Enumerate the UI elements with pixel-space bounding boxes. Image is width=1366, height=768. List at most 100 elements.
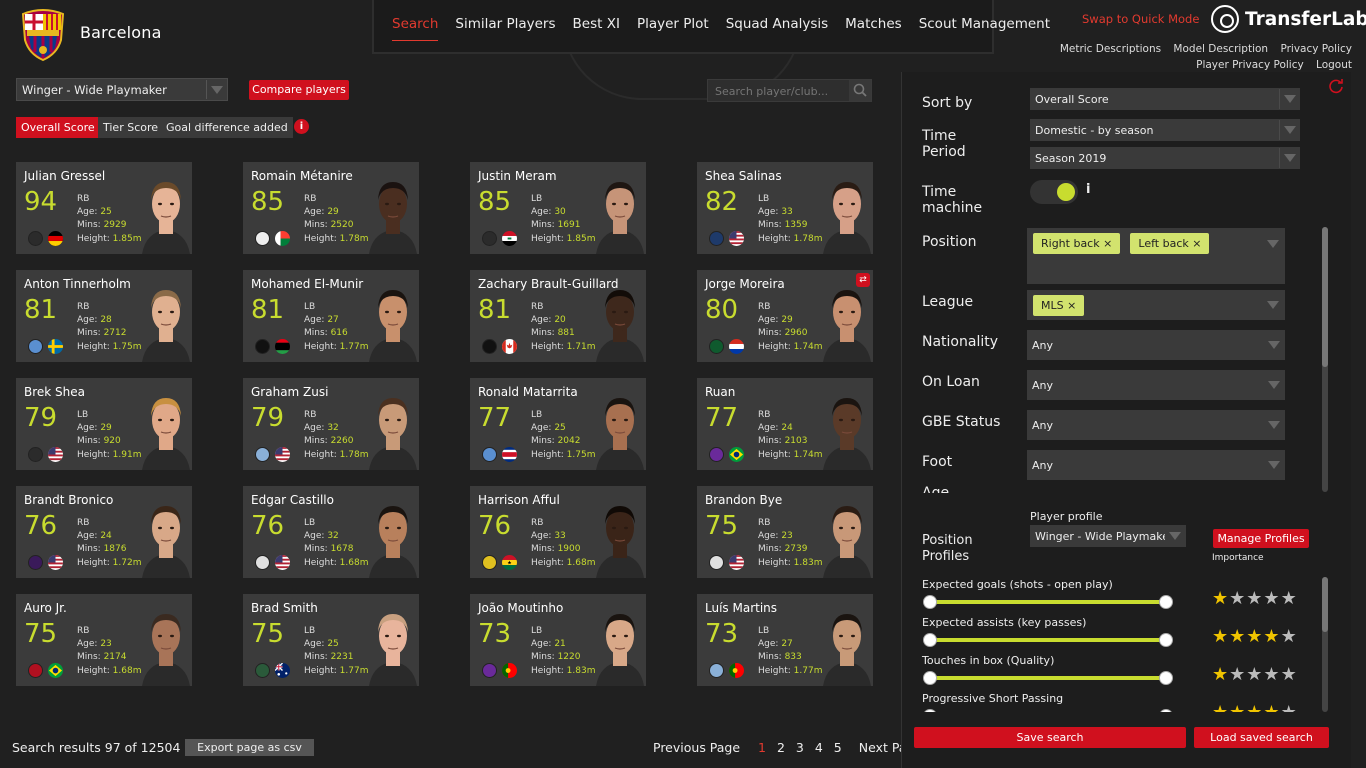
player-name[interactable]: Julian Gressel (24, 169, 105, 183)
importance-stars[interactable]: ★★★★★ (1212, 702, 1298, 713)
player-privacy-policy-link[interactable]: Player Privacy Policy (1196, 59, 1304, 71)
player-card[interactable]: Auro Jr. 75 RB Age: 23 Mins: 2174 Height… (16, 594, 192, 686)
player-name[interactable]: Brandt Bronico (24, 493, 113, 507)
player-name[interactable]: João Moutinho (478, 601, 563, 615)
star-icon[interactable]: ★ (1263, 626, 1280, 647)
metric-range-slider[interactable] (923, 633, 1173, 647)
player-card[interactable]: Mohamed El-Munir 81 LB Age: 27 Mins: 616… (243, 270, 419, 362)
tab-tier-score[interactable]: Tier Score (98, 117, 164, 138)
player-name[interactable]: Brek Shea (24, 385, 85, 399)
nav-scout-management[interactable]: Scout Management (919, 16, 1050, 40)
player-card[interactable]: João Moutinho 73 LB Age: 21 Mins: 1220 H… (470, 594, 646, 686)
scrollbar-thumb[interactable] (1322, 227, 1328, 367)
metric-range-slider[interactable] (923, 671, 1173, 685)
player-name[interactable]: Ronald Matarrita (478, 385, 578, 399)
player-name[interactable]: Jorge Moreira (705, 277, 785, 291)
save-search-button[interactable]: Save search (914, 727, 1186, 748)
player-name[interactable]: Luís Martins (705, 601, 777, 615)
player-card[interactable]: Harrison Afful 76 RB Age: 33 Mins: 1900 … (470, 486, 646, 578)
importance-stars[interactable]: ★★★★★ (1212, 666, 1298, 684)
metric-range-slider[interactable] (923, 595, 1173, 609)
star-icon[interactable]: ★ (1229, 626, 1246, 647)
player-name[interactable]: Brad Smith (251, 601, 318, 615)
player-card[interactable]: Brek Shea 79 LB Age: 29 Mins: 920 Height… (16, 378, 192, 470)
star-icon[interactable]: ★ (1263, 588, 1280, 609)
star-icon[interactable]: ★ (1212, 588, 1229, 609)
export-csv-button[interactable]: Export page as csv (185, 739, 314, 756)
player-card[interactable]: Edgar Castillo 76 LB Age: 32 Mins: 1678 … (243, 486, 419, 578)
star-icon[interactable]: ★ (1212, 702, 1229, 713)
player-name[interactable]: Justin Meram (478, 169, 557, 183)
star-icon[interactable]: ★ (1281, 702, 1298, 713)
page-link[interactable]: 4 (815, 740, 823, 755)
slider-max-handle[interactable] (1159, 633, 1173, 647)
star-icon[interactable]: ★ (1229, 588, 1246, 609)
nav-squad-analysis[interactable]: Squad Analysis (726, 16, 828, 40)
slider-min-handle[interactable] (923, 595, 937, 609)
transferlab-logo[interactable]: TransferLab (1211, 5, 1366, 33)
load-saved-search-button[interactable]: Load saved search (1194, 727, 1329, 748)
scrollbar-thumb[interactable] (1322, 577, 1328, 632)
star-icon[interactable]: ★ (1229, 702, 1246, 713)
star-icon[interactable]: ★ (1212, 626, 1229, 647)
refresh-icon[interactable] (1328, 78, 1344, 94)
info-icon[interactable]: i (294, 119, 309, 134)
player-name[interactable]: Mohamed El-Munir (251, 277, 363, 291)
slider-max-handle[interactable] (1159, 671, 1173, 685)
star-icon[interactable]: ★ (1246, 626, 1263, 647)
player-search-input[interactable] (708, 80, 848, 103)
tab-overall-score[interactable]: Overall Score (16, 117, 100, 138)
player-name[interactable]: Anton Tinnerholm (24, 277, 131, 291)
logout-link[interactable]: Logout (1316, 59, 1352, 71)
tab-goal-difference-added[interactable]: Goal difference added (161, 117, 293, 138)
slider-min-handle[interactable] (923, 671, 937, 685)
page-link[interactable]: 3 (796, 740, 804, 755)
star-icon[interactable]: ★ (1281, 626, 1298, 647)
player-card[interactable]: Shea Salinas 82 LB Age: 33 Mins: 1359 He… (697, 162, 873, 254)
star-icon[interactable]: ★ (1246, 664, 1263, 685)
player-name[interactable]: Romain Métanire (251, 169, 353, 183)
star-icon[interactable]: ★ (1263, 664, 1280, 685)
search-button[interactable] (849, 80, 871, 101)
player-card[interactable]: Justin Meram 85 LB Age: 30 Mins: 1691 He… (470, 162, 646, 254)
star-icon[interactable]: ★ (1281, 588, 1298, 609)
profile-select[interactable]: Winger - Wide Playmaker (16, 78, 228, 101)
club-crest-icon[interactable] (19, 8, 67, 62)
player-card[interactable]: Ruan 77 RB Age: 24 Mins: 2103 Height: 1.… (697, 378, 873, 470)
player-name[interactable]: Shea Salinas (705, 169, 782, 183)
compare-players-button[interactable]: Compare players (249, 80, 349, 100)
importance-stars[interactable]: ★★★★★ (1212, 628, 1298, 646)
star-icon[interactable]: ★ (1229, 664, 1246, 685)
previous-page-link[interactable]: Previous Page (653, 740, 740, 755)
nav-matches[interactable]: Matches (845, 16, 902, 40)
player-card[interactable]: Ronald Matarrita 77 LB Age: 25 Mins: 204… (470, 378, 646, 470)
player-name[interactable]: Zachary Brault-Guillard (478, 277, 619, 291)
player-card[interactable]: Brandon Bye 75 RB Age: 23 Mins: 2739 Hei… (697, 486, 873, 578)
quick-mode-link[interactable]: Swap to Quick Mode (1082, 12, 1199, 26)
player-name[interactable]: Edgar Castillo (251, 493, 334, 507)
metrics-scrollbar[interactable] (1322, 577, 1328, 712)
player-card[interactable]: Romain Métanire 85 RB Age: 29 Mins: 2520… (243, 162, 419, 254)
slider-min-handle[interactable] (923, 633, 937, 647)
page-link[interactable]: 5 (834, 740, 842, 755)
player-name[interactable]: Brandon Bye (705, 493, 782, 507)
player-card[interactable]: Anton Tinnerholm 81 RB Age: 28 Mins: 271… (16, 270, 192, 362)
player-card[interactable]: Graham Zusi 79 RB Age: 32 Mins: 2260 Hei… (243, 378, 419, 470)
player-card[interactable]: Julian Gressel 94 RB Age: 25 Mins: 2929 … (16, 162, 192, 254)
importance-stars[interactable]: ★★★★★ (1212, 590, 1298, 608)
player-name[interactable]: Harrison Afful (478, 493, 560, 507)
star-icon[interactable]: ★ (1246, 702, 1263, 713)
nav-best-xi[interactable]: Best XI (573, 16, 620, 40)
slider-max-handle[interactable] (1159, 595, 1173, 609)
nav-similar-players[interactable]: Similar Players (455, 16, 555, 40)
nav-player-plot[interactable]: Player Plot (637, 16, 709, 40)
player-card[interactable]: Jorge Moreira 80 RB Age: 29 Mins: 2960 H… (697, 270, 873, 362)
star-icon[interactable]: ★ (1263, 702, 1280, 713)
nav-search[interactable]: Search (392, 16, 439, 41)
player-card[interactable]: Luís Martins 73 LB Age: 27 Mins: 833 Hei… (697, 594, 873, 686)
player-card[interactable]: Brad Smith 75 LB Age: 25 Mins: 2231 Heig… (243, 594, 419, 686)
star-icon[interactable]: ★ (1281, 664, 1298, 685)
privacy-policy-link[interactable]: Privacy Policy (1280, 43, 1352, 55)
slider-min-handle[interactable] (923, 709, 937, 712)
star-icon[interactable]: ★ (1246, 588, 1263, 609)
